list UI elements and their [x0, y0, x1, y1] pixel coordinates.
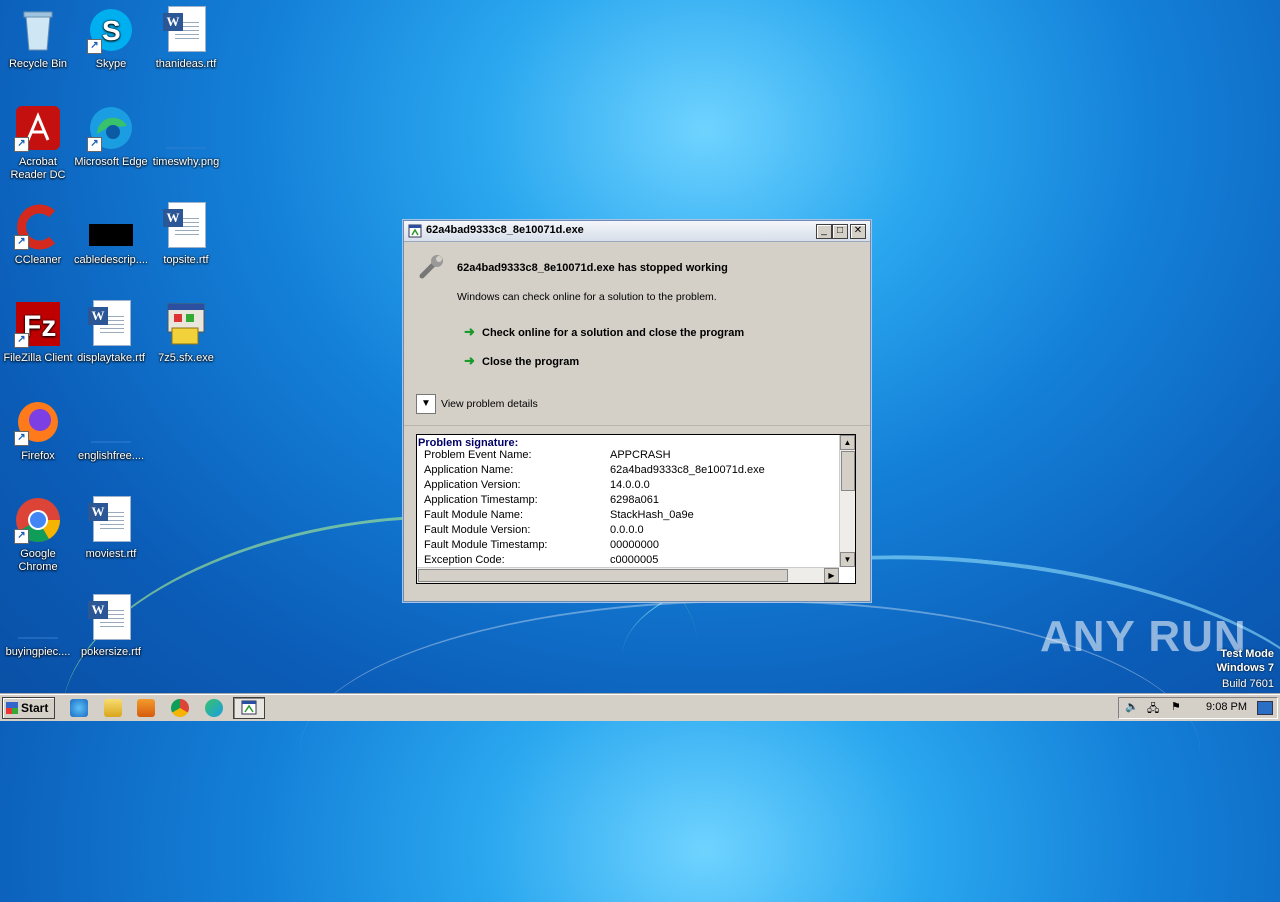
scroll-up-icon[interactable]: ▲ — [840, 435, 855, 450]
desktop-icon-buyingpiec[interactable]: buyingpiec.... — [0, 594, 76, 659]
desktop-icon-ccleaner[interactable]: ↗ CCleaner — [0, 202, 76, 267]
crash-headline: 62a4bad9333c8_8e10071d.exe has stopped w… — [457, 262, 728, 274]
close-button[interactable]: ✕ — [850, 224, 866, 239]
clock[interactable]: 9:08 PM — [1206, 701, 1247, 713]
ccleaner-icon: ↗ — [14, 202, 62, 250]
os-name-text: Windows 7 — [1216, 662, 1274, 674]
vertical-scrollbar[interactable]: ▲ ▼ — [839, 435, 855, 567]
edge-icon: ↗ — [87, 104, 135, 152]
chevron-down-icon: ▼ — [421, 398, 431, 409]
desktop-icon-filezilla[interactable]: Fz ↗ FileZilla Client — [0, 300, 76, 365]
desktop-icon-pokersize[interactable]: W pokersize.rtf — [73, 594, 149, 659]
network-icon[interactable]: 🖧 — [1147, 700, 1159, 719]
taskbar: Start 🔈 🖧 ⚑ 9:08 PM — [0, 694, 1280, 721]
chrome-taskbar-icon[interactable] — [171, 699, 189, 717]
desktop-icon-cabledescrip[interactable]: cabledescrip.... — [73, 202, 149, 267]
desktop-icon-englishfree[interactable]: englishfree.... — [73, 398, 149, 463]
desktop-icon-acrobat[interactable]: ↗ Acrobat Reader DC — [0, 104, 76, 182]
green-arrow-icon: ➜ — [464, 324, 475, 339]
edge-taskbar-icon[interactable] — [205, 699, 223, 717]
desktop-icon-displaytake[interactable]: W displaytake.rtf — [73, 300, 149, 365]
desktop-icon-firefox[interactable]: ↗ Firefox — [0, 398, 76, 463]
desktop-icon-topsite[interactable]: W topsite.rtf — [148, 202, 224, 267]
details-row: Problem Event Name: APPCRASH — [424, 449, 671, 461]
details-toggle-button[interactable]: ▼ — [416, 394, 436, 414]
desktop-icon-moviest[interactable]: W moviest.rtf — [73, 496, 149, 561]
scroll-right-icon[interactable]: ▶ — [824, 568, 839, 583]
blank-file-icon — [87, 398, 135, 446]
blank-file-icon — [162, 104, 210, 152]
anyrun-watermark: ANY RUN — [1040, 612, 1247, 661]
details-row: Exception Code: c0000005 — [424, 554, 659, 566]
problem-details-box[interactable]: Problem signature: Problem Event Name: AP… — [416, 434, 856, 584]
blank-file-icon — [14, 594, 62, 642]
show-desktop-icon[interactable] — [1257, 701, 1273, 715]
firefox-icon: ↗ — [14, 398, 62, 446]
scroll-thumb[interactable] — [841, 451, 855, 491]
check-online-button[interactable]: ➜ Check online for a solution and close t… — [464, 324, 744, 340]
speaker-icon[interactable]: 🔈 — [1125, 700, 1139, 713]
details-row: Fault Module Timestamp: 00000000 — [424, 539, 659, 551]
desktop-icon-thanideas[interactable]: W thanideas.rtf — [148, 6, 224, 71]
dialog-titlebar[interactable]: 62a4bad9333c8_8e10071d.exe _ □ ✕ — [404, 221, 870, 242]
dialog-title: 62a4bad9333c8_8e10071d.exe — [426, 224, 584, 236]
app-icon — [241, 700, 257, 715]
divider — [404, 425, 870, 426]
details-row: Application Version: 14.0.0.0 — [424, 479, 650, 491]
desktop-icon-7z5sfx[interactable]: 7z5.sfx.exe — [148, 300, 224, 365]
word-doc-icon: W — [87, 496, 135, 544]
flag-icon[interactable]: ⚑ — [1171, 700, 1181, 713]
horizontal-scrollbar[interactable]: ▶ — [417, 567, 839, 583]
word-doc-icon: W — [87, 300, 135, 348]
scroll-thumb[interactable] — [418, 569, 788, 582]
crash-subtext: Windows can check online for a solution … — [457, 291, 717, 303]
file-explorer-icon[interactable] — [104, 699, 122, 717]
green-arrow-icon: ➜ — [464, 353, 475, 368]
system-tray: 🔈 🖧 ⚑ 9:08 PM — [1118, 697, 1278, 719]
word-doc-icon: W — [162, 202, 210, 250]
installer-exe-icon — [162, 300, 210, 348]
windows-logo-icon — [6, 702, 18, 714]
black-file-icon — [87, 202, 135, 250]
word-doc-icon: W — [162, 6, 210, 54]
word-doc-icon: W — [87, 594, 135, 642]
skype-icon: S ↗ — [87, 6, 135, 54]
details-row: Application Timestamp: 6298a061 — [424, 494, 659, 506]
desktop-icon-timeswhy[interactable]: timeswhy.png — [148, 104, 224, 169]
details-toggle-label[interactable]: View problem details — [441, 398, 538, 410]
app-icon — [408, 224, 422, 238]
recycle-bin-icon — [14, 6, 62, 54]
error-dialog[interactable]: 62a4bad9333c8_8e10071d.exe _ □ ✕ 62a4bad… — [403, 220, 871, 602]
maximize-button[interactable]: □ — [832, 224, 848, 239]
details-row: Fault Module Name: StackHash_0a9e — [424, 509, 694, 521]
wrench-icon — [419, 255, 443, 279]
desktop-icon-chrome[interactable]: ↗ Google Chrome — [0, 496, 76, 574]
desktop-icon-skype[interactable]: S ↗ Skype — [73, 6, 149, 71]
details-row: Application Name: 62a4bad9333c8_8e10071d.… — [424, 464, 765, 476]
close-program-button[interactable]: ➜ Close the program — [464, 353, 579, 369]
build-text: Build 7601 — [1222, 678, 1274, 690]
media-player-icon[interactable] — [137, 699, 155, 717]
internet-explorer-icon[interactable] — [70, 699, 88, 717]
scroll-down-icon[interactable]: ▼ — [840, 552, 855, 567]
chrome-icon: ↗ — [14, 496, 62, 544]
acrobat-icon: ↗ — [14, 104, 62, 152]
svg-text:S: S — [102, 15, 121, 46]
test-mode-text: Test Mode — [1220, 648, 1274, 660]
details-row: Fault Module Version: 0.0.0.0 — [424, 524, 644, 536]
running-app-button[interactable] — [233, 697, 265, 719]
filezilla-icon: Fz ↗ — [14, 300, 62, 348]
details-heading: Problem signature: — [418, 437, 519, 449]
desktop-icon-edge[interactable]: ↗ Microsoft Edge — [73, 104, 149, 169]
desktop-icon-recycle-bin[interactable]: Recycle Bin — [0, 6, 76, 71]
start-button[interactable]: Start — [2, 697, 55, 719]
minimize-button[interactable]: _ — [816, 224, 832, 239]
